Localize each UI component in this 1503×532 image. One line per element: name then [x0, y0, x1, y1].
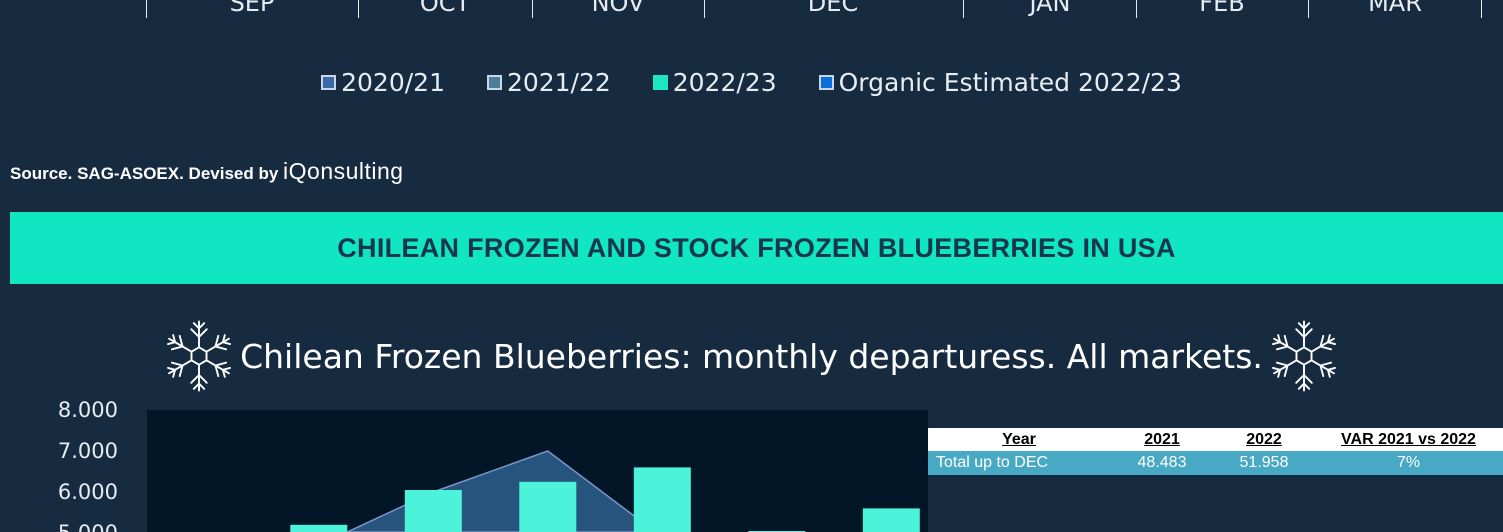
legend-item-2021-22: 2021/22 [486, 68, 611, 97]
header-var: VAR 2021 vs 2022 [1314, 428, 1503, 451]
bar [290, 524, 348, 532]
bar [519, 481, 577, 532]
header-2022: 2022 [1214, 428, 1314, 451]
axis-separator [146, 0, 147, 18]
source-note: Source. SAG-ASOEX. Devised by iQonsultin… [10, 158, 404, 185]
legend-item-2022-23: 2022/23 [652, 68, 777, 97]
bar [633, 467, 691, 532]
bar [862, 508, 920, 532]
legend-label: Organic Estimated 2022/23 [838, 68, 1182, 97]
axis-separator [1481, 0, 1482, 18]
month-label-nov: NOV [591, 0, 645, 17]
plot-area [147, 410, 928, 532]
y-tick-label: 7.000 [57, 439, 118, 463]
table-header-row: Year 2021 2022 VAR 2021 vs 2022 [928, 428, 1503, 451]
brand-logo-text: iQonsulting [283, 158, 404, 184]
month-label-oct: OCT [419, 0, 471, 17]
month-label-sep: SEP [229, 0, 275, 17]
y-tick-label: 5.000 [0, 521, 118, 532]
banner-title: CHILEAN FROZEN AND STOCK FROZEN BLUEBERR… [337, 232, 1176, 263]
chart-title-row: Chilean Frozen Blueberries: monthly depa… [0, 318, 1503, 394]
header-2021: 2021 [1110, 428, 1214, 451]
legend-label: 2020/21 [341, 68, 445, 97]
legend-item-2020-21: 2020/21 [321, 68, 445, 97]
section-banner: CHILEAN FROZEN AND STOCK FROZEN BLUEBERR… [10, 212, 1503, 284]
legend-swatch [321, 75, 337, 90]
legend: 2020/21 2021/22 2022/23 Organic Estimate… [0, 68, 1503, 97]
area-series [318, 450, 663, 532]
axis-separator [704, 0, 705, 18]
axis-separator [963, 0, 964, 18]
month-label-mar: MAR [1368, 0, 1422, 17]
previous-chart-month-axis: SEP OCT NOV DEC JAN FEB MAR [0, 0, 1503, 22]
legend-swatch [652, 75, 668, 90]
snowflake-icon [164, 320, 234, 392]
snowflake-icon [1269, 320, 1339, 392]
bar [404, 490, 462, 532]
axis-separator [1308, 0, 1309, 18]
table-cell: 7% [1314, 451, 1503, 475]
source-text: Source. SAG-ASOEX. Devised by [10, 164, 284, 183]
axis-separator [1136, 0, 1137, 18]
y-tick-label: 8.000 [57, 398, 118, 422]
table-cell: Total up to DEC [928, 451, 1110, 475]
axis-separator [358, 0, 359, 18]
summary-table: Year 2021 2022 VAR 2021 vs 2022 Total up… [928, 428, 1503, 475]
legend-label: 2022/23 [672, 68, 777, 97]
table-row: Total up to DEC 48.483 51.958 7% [928, 451, 1503, 475]
table-cell: 48.483 [1110, 451, 1214, 475]
legend-swatch [486, 75, 502, 90]
month-label-dec: DEC [807, 0, 859, 17]
chart-canvas [290, 450, 920, 532]
header-year: Year [928, 428, 1110, 451]
month-label-feb: FEB [1199, 0, 1245, 17]
legend-item-organic: Organic Estimated 2022/23 [818, 68, 1182, 97]
axis-separator [532, 0, 533, 18]
chart-title: Chilean Frozen Blueberries: monthly depa… [240, 336, 1263, 376]
table-cell: 51.958 [1214, 451, 1314, 475]
y-tick-label: 6.000 [57, 480, 118, 504]
month-label-jan: JAN [1029, 0, 1071, 17]
legend-label: 2021/22 [506, 68, 611, 97]
legend-swatch [818, 75, 834, 90]
